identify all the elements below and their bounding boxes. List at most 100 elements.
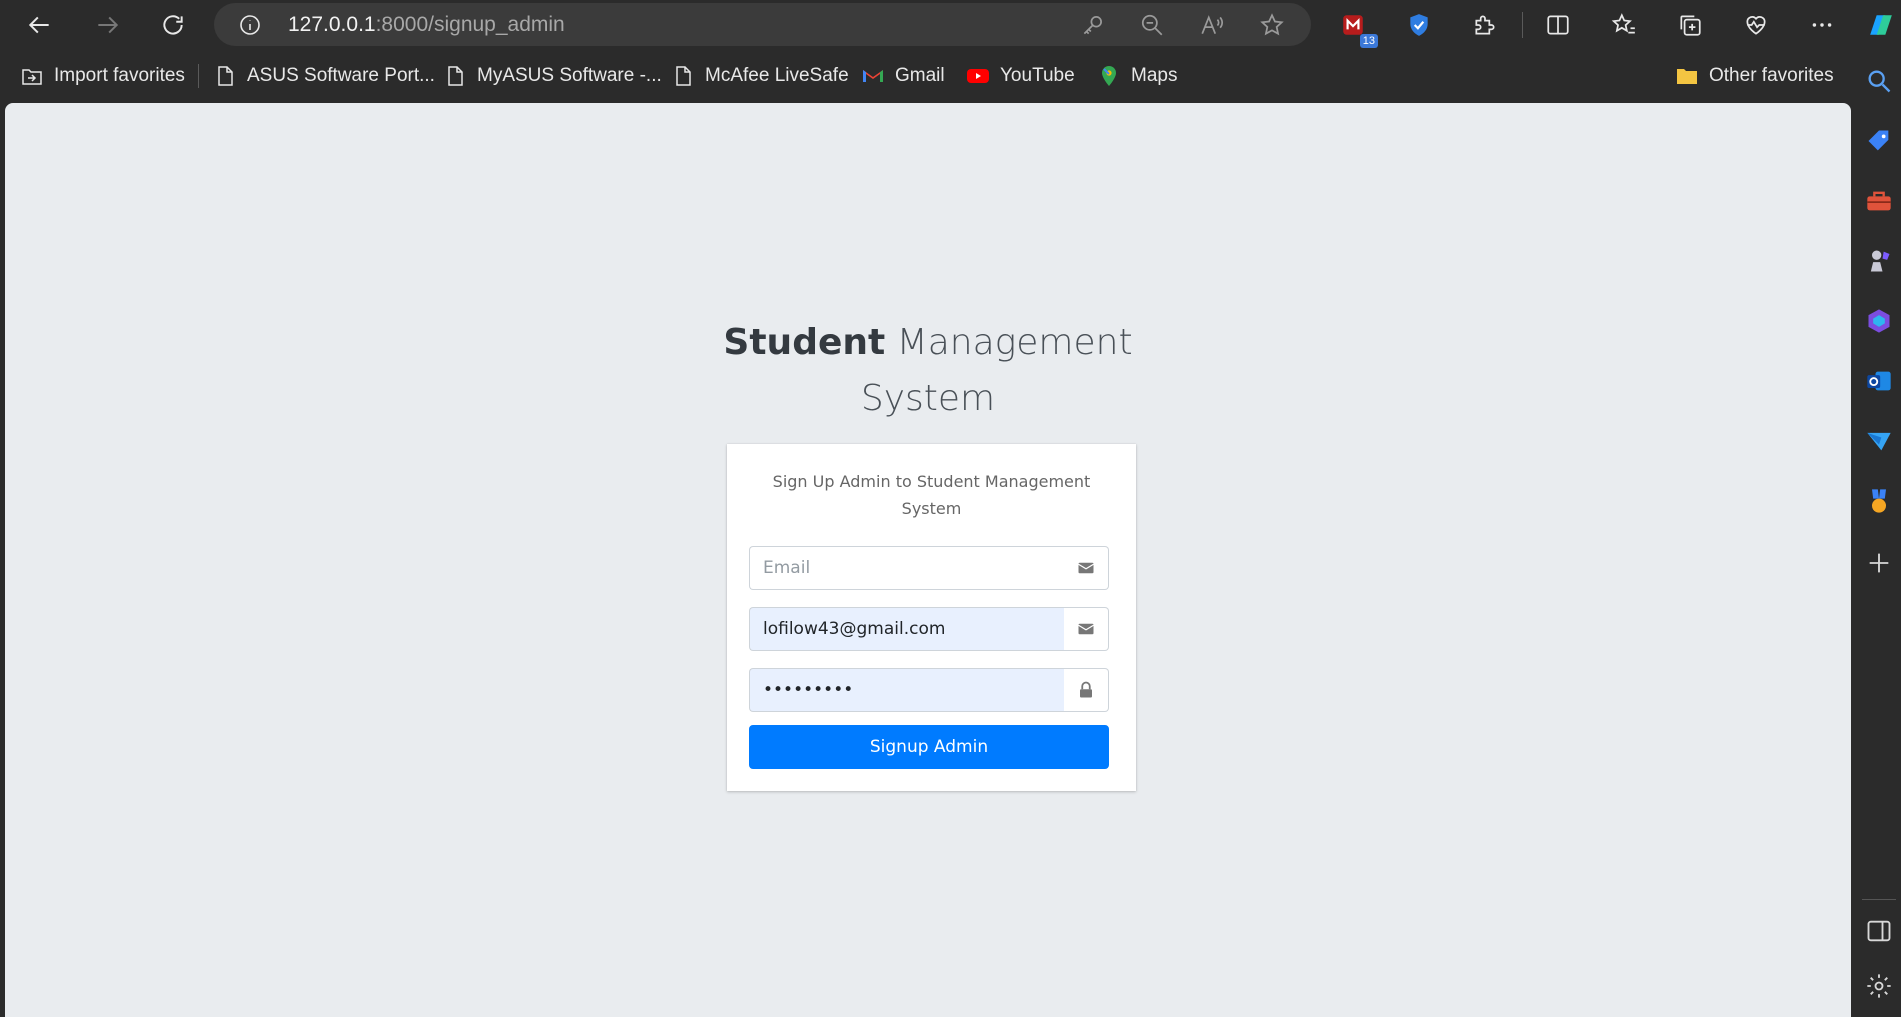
bookmark-label: MyASUS Software -... xyxy=(477,65,662,86)
plus-icon xyxy=(1869,553,1889,573)
sidebar-microsoft-365[interactable] xyxy=(1864,306,1894,336)
arrow-right-icon xyxy=(98,16,119,34)
favorites-button[interactable] xyxy=(1605,6,1643,44)
username-field[interactable] xyxy=(749,607,1064,651)
settings-more-button[interactable] xyxy=(1803,6,1841,44)
envelope-icon xyxy=(1078,562,1094,574)
forward-button[interactable] xyxy=(88,6,126,44)
page-icon xyxy=(448,66,463,86)
tag-icon xyxy=(1868,130,1889,151)
browser-toolbar: 127.0.0.1:8000/signup_admin 13 xyxy=(0,0,1901,50)
page-icon xyxy=(676,66,691,86)
shield-extension-icon xyxy=(1410,14,1428,36)
sidebar-divider xyxy=(1862,899,1896,900)
favorites-star-icon xyxy=(1611,13,1635,34)
logo-line-1: Student Management xyxy=(5,315,1851,371)
key-icon[interactable] xyxy=(1080,12,1106,38)
sidebar-tools[interactable] xyxy=(1864,186,1894,216)
url-path: :8000/signup_admin xyxy=(375,13,565,36)
url-text[interactable]: 127.0.0.1:8000/signup_admin xyxy=(288,13,565,37)
email-field[interactable] xyxy=(749,546,1064,590)
password-field[interactable] xyxy=(749,668,1064,712)
sidebar-add[interactable] xyxy=(1864,548,1894,578)
gear-icon xyxy=(1867,974,1891,998)
toolbar-divider xyxy=(1522,12,1523,38)
password-addon xyxy=(1064,668,1109,712)
sidebar-drop[interactable] xyxy=(1864,426,1894,456)
bookmarks-bar: Import favorites ASUS Software Port... M… xyxy=(0,56,1856,96)
copilot-button[interactable] xyxy=(1860,6,1901,44)
maps-icon xyxy=(1102,66,1116,86)
sidebar-rewards[interactable] xyxy=(1864,486,1894,516)
split-screen-icon xyxy=(1547,15,1569,35)
medal-icon xyxy=(1872,489,1886,513)
bookmark-myasus-software[interactable]: MyASUS Software -... xyxy=(443,60,662,92)
logo-line-2: System xyxy=(860,378,996,419)
signup-card: Sign Up Admin to Student Management Syst… xyxy=(727,444,1136,791)
sidebar-hide[interactable] xyxy=(1864,916,1894,946)
username-addon xyxy=(1064,607,1109,651)
sidebar-settings[interactable] xyxy=(1864,971,1894,1001)
password-input-group xyxy=(749,668,1109,712)
toolbox-icon xyxy=(1867,191,1891,211)
puzzle-icon xyxy=(1475,15,1495,35)
email-addon xyxy=(1064,546,1109,590)
browser-essentials-button[interactable] xyxy=(1737,6,1775,44)
logo-word: Management xyxy=(896,322,1133,363)
collections-icon xyxy=(1680,15,1701,36)
page-content: Student Management System Sign Up Admin … xyxy=(5,103,1851,1017)
bookmark-import-favorites[interactable]: Import favorites xyxy=(20,60,185,92)
bookmark-label: YouTube xyxy=(1000,65,1075,86)
send-plane-icon xyxy=(1867,432,1891,451)
split-screen-button[interactable] xyxy=(1539,6,1577,44)
bookmark-label: ASUS Software Port... xyxy=(247,65,435,86)
gmail-icon xyxy=(863,70,883,82)
import-icon xyxy=(22,69,42,85)
bookmark-asus-software-portal[interactable]: ASUS Software Port... xyxy=(213,60,435,92)
extension-shield-button[interactable] xyxy=(1400,6,1438,44)
envelope-icon xyxy=(1078,623,1094,635)
read-aloud-icon[interactable] xyxy=(1199,12,1225,38)
bookmark-maps[interactable]: Maps xyxy=(1097,60,1177,92)
youtube-icon xyxy=(967,69,989,83)
bookmarks-divider xyxy=(198,64,199,88)
email-input-group xyxy=(749,546,1109,590)
lock-icon xyxy=(1080,681,1092,698)
bookmark-label: Gmail xyxy=(895,65,945,86)
refresh-button[interactable] xyxy=(154,6,192,44)
bookmark-label: Other favorites xyxy=(1709,65,1834,86)
logo-bold-word: Student xyxy=(723,322,886,363)
bookmark-gmail[interactable]: Gmail xyxy=(861,60,945,92)
chess-piece-icon xyxy=(1870,250,1890,272)
address-bar[interactable]: 127.0.0.1:8000/signup_admin xyxy=(214,3,1311,46)
extensions-button[interactable] xyxy=(1466,6,1504,44)
folder-icon xyxy=(1677,69,1697,84)
info-icon[interactable] xyxy=(238,13,262,37)
outlook-icon xyxy=(1867,371,1891,391)
arrow-left-icon xyxy=(28,16,49,34)
bookmark-youtube[interactable]: YouTube xyxy=(966,60,1075,92)
signup-box-message: Sign Up Admin to Student Management Syst… xyxy=(772,472,1091,518)
app-logo[interactable]: Student Management System xyxy=(5,315,1851,427)
panel-icon xyxy=(1867,920,1891,942)
sidebar-search[interactable] xyxy=(1864,66,1894,96)
bookmark-label: Maps xyxy=(1131,65,1178,86)
signup-admin-button[interactable]: Signup Admin xyxy=(749,725,1109,769)
page-icon xyxy=(218,66,233,86)
bookmark-mcafee-livesafe[interactable]: McAfee LiveSafe xyxy=(671,60,849,92)
sidebar-outlook[interactable] xyxy=(1864,366,1894,396)
sidebar-games[interactable] xyxy=(1864,246,1894,276)
copilot-icon xyxy=(1869,15,1892,35)
zoom-out-icon[interactable] xyxy=(1139,12,1165,38)
collections-button[interactable] xyxy=(1671,6,1709,44)
office-icon xyxy=(1868,309,1890,333)
back-button[interactable] xyxy=(21,6,59,44)
sidebar-shopping[interactable] xyxy=(1864,126,1894,156)
star-icon[interactable] xyxy=(1259,12,1285,38)
bookmark-label: McAfee LiveSafe xyxy=(705,65,849,86)
bookmark-other-favorites[interactable]: Other favorites xyxy=(1675,60,1834,92)
extension-button[interactable]: 13 xyxy=(1334,6,1378,48)
extension-badge: 13 xyxy=(1359,34,1378,48)
edge-sidebar xyxy=(1856,56,1901,1017)
username-input-group xyxy=(749,607,1109,651)
